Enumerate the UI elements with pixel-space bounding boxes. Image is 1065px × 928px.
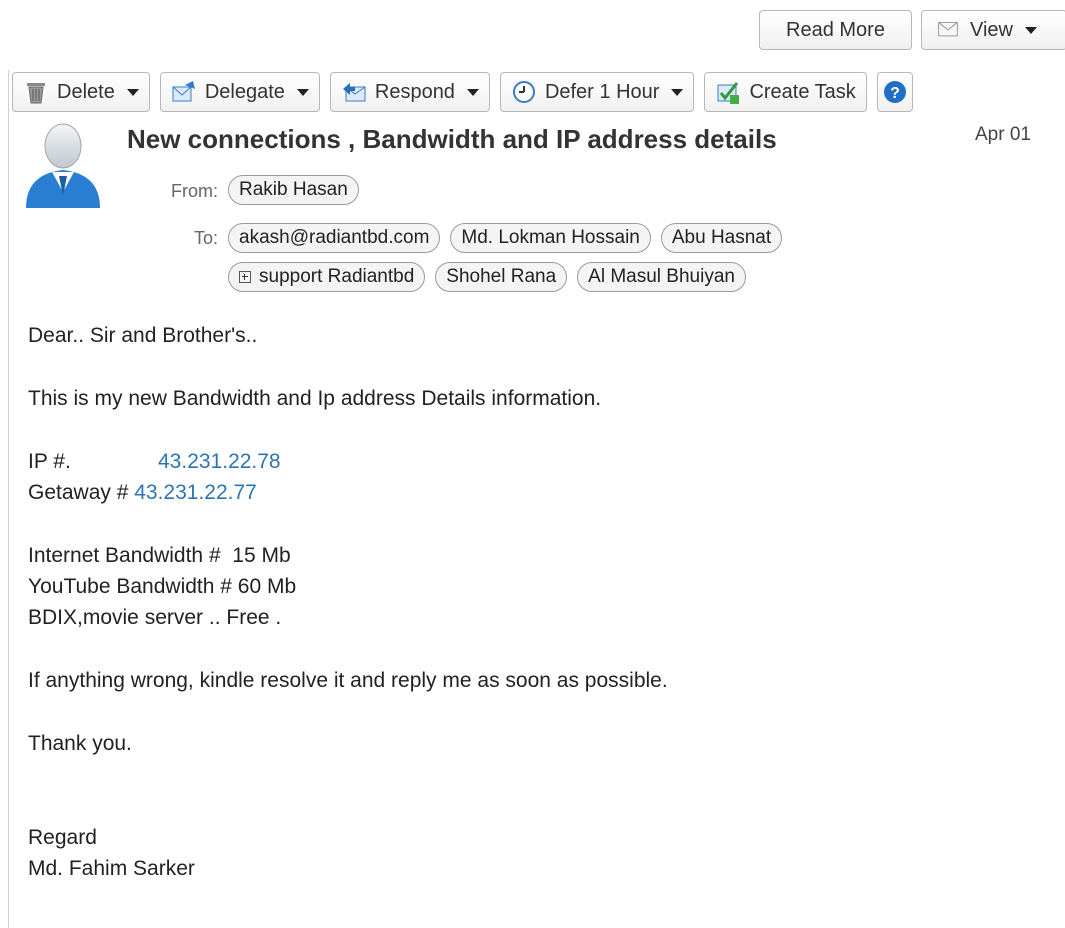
- defer-label: Defer 1 Hour: [544, 80, 660, 103]
- recipient-chip[interactable]: akash@radiantbd.com: [228, 223, 441, 253]
- to-recipients-row-1: akash@radiantbd.com Md. Lokman Hossain A…: [228, 223, 783, 253]
- trash-icon: [27, 83, 45, 104]
- recipient-chip[interactable]: Md. Lokman Hossain: [450, 223, 651, 253]
- youtube-bandwidth: YouTube Bandwidth # 60 Mb: [28, 575, 297, 598]
- chevron-down-icon[interactable]: [1025, 26, 1037, 34]
- recipient-chip[interactable]: Shohel Rana: [435, 262, 568, 292]
- chevron-down-icon[interactable]: [126, 88, 139, 96]
- view-button[interactable]: View: [921, 10, 1065, 50]
- chevron-down-icon[interactable]: [671, 88, 684, 96]
- to-label: To:: [193, 228, 218, 248]
- chevron-down-icon[interactable]: [466, 88, 479, 96]
- request-line: If anything wrong, kindle resolve it and…: [28, 669, 668, 692]
- read-more-label: Read More: [786, 18, 885, 41]
- regards-line: Regard: [28, 826, 97, 849]
- delete-label: Delete: [57, 80, 115, 103]
- message-date: Apr 01: [975, 124, 1031, 145]
- ip-label: IP #.: [28, 450, 71, 473]
- gateway-line: Getaway # 43.231.22.77: [28, 477, 1028, 508]
- signature: Md. Fahim Sarker: [28, 857, 195, 880]
- delegate-icon: [172, 81, 195, 102]
- to-recipients-row-2: support Radiantbd Shohel Rana Al Masul B…: [228, 262, 746, 292]
- help-button[interactable]: ?: [876, 72, 913, 112]
- svg-text:?: ?: [890, 85, 900, 102]
- recipient-chip[interactable]: Abu Hasnat: [660, 223, 783, 253]
- bdix-line: BDIX,movie server .. Free .: [28, 606, 282, 629]
- avatar-icon: [26, 123, 100, 208]
- expand-plus-icon[interactable]: [239, 271, 251, 283]
- read-more-button[interactable]: Read More: [759, 10, 912, 50]
- internet-bandwidth: Internet Bandwidth # 15 Mb: [28, 544, 291, 567]
- respond-label: Respond: [374, 80, 455, 103]
- gateway-value: 43.231.22.77: [134, 481, 257, 504]
- message-subject: New connections , Bandwidth and IP addre…: [127, 124, 777, 154]
- from-recipients: Rakib Hasan: [228, 175, 359, 205]
- recipient-group-chip[interactable]: support Radiantbd: [228, 262, 426, 292]
- clock-icon: [512, 81, 535, 103]
- respond-button[interactable]: Respond: [329, 72, 490, 112]
- thanks-line: Thank you.: [28, 732, 132, 755]
- defer-button[interactable]: Defer 1 Hour: [499, 72, 695, 112]
- envelope-icon: [938, 21, 958, 37]
- from-label: From:: [171, 181, 218, 201]
- recipient-chip[interactable]: Al Masul Bhuiyan: [577, 262, 746, 292]
- message-body: Dear.. Sir and Brother's.. This is my ne…: [28, 320, 1028, 884]
- intro-line: This is my new Bandwidth and Ip address …: [28, 387, 602, 410]
- help-icon: ?: [883, 81, 906, 103]
- view-label: View: [970, 18, 1013, 41]
- ip-value: 43.231.22.78: [158, 450, 281, 473]
- recipient-group-label: support Radiantbd: [259, 266, 415, 287]
- task-check-icon: [717, 82, 740, 104]
- delete-button[interactable]: Delete: [12, 72, 150, 112]
- greeting: Dear.. Sir and Brother's..: [28, 324, 258, 347]
- gateway-label: Getaway #: [28, 481, 129, 504]
- create-task-button[interactable]: Create Task: [704, 72, 867, 112]
- ip-line: IP #. 43.231.22.78: [28, 446, 1028, 477]
- sender-chip[interactable]: Rakib Hasan: [228, 175, 359, 205]
- delegate-label: Delegate: [204, 80, 285, 103]
- delegate-button[interactable]: Delegate: [159, 72, 320, 112]
- message-toolbar: Delete Delegate Respond Defer 1 Hour Cre…: [12, 72, 913, 114]
- respond-icon: [342, 83, 366, 102]
- reading-pane-border: [8, 70, 9, 928]
- chevron-down-icon[interactable]: [296, 88, 309, 96]
- create-task-label: Create Task: [749, 80, 856, 103]
